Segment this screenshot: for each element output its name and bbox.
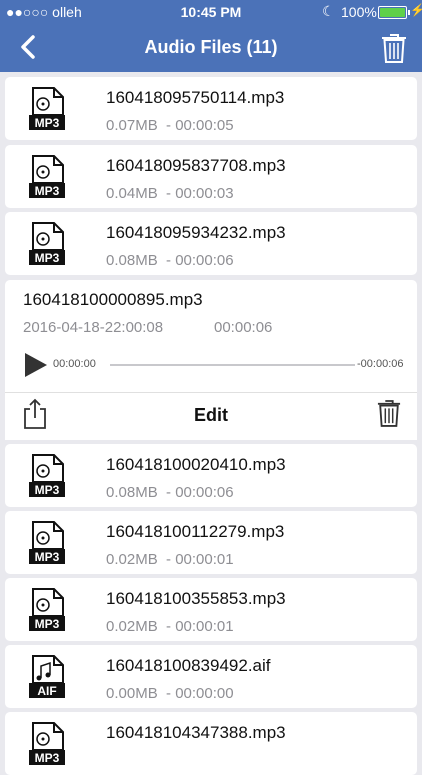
file-row[interactable]: MP3 160418104347388.mp3 — [5, 712, 417, 775]
remaining-time: -00:00:06 — [357, 358, 404, 370]
do-not-disturb-icon: ☾ — [322, 3, 335, 19]
svg-text:MP3: MP3 — [35, 483, 60, 497]
file-row[interactable]: MP3 160418100020410.mp3 0.08MB - 00:00:0… — [5, 444, 417, 507]
svg-text:MP3: MP3 — [35, 550, 60, 564]
file-meta: 0.02MB - 00:00:01 — [106, 618, 234, 635]
file-duration: 00:00:06 — [214, 319, 273, 336]
elapsed-time: 00:00:00 — [53, 358, 96, 370]
file-name: 160418100355853.mp3 — [106, 589, 286, 608]
trash-icon — [377, 400, 401, 427]
file-meta: 0.07MB - 00:00:05 — [106, 117, 234, 134]
mp3-file-icon: MP3 — [27, 222, 67, 266]
divider — [5, 392, 417, 393]
file-row[interactable]: AIF 160418100839492.aif 0.00MB - 00:00:0… — [5, 645, 417, 708]
progress-slider[interactable] — [110, 364, 355, 366]
file-name: 160418100000895.mp3 — [23, 290, 203, 309]
file-date: 2016-04-18-22:00:08 — [23, 319, 164, 336]
svg-text:MP3: MP3 — [35, 751, 60, 765]
svg-text:MP3: MP3 — [35, 116, 60, 130]
file-row[interactable]: MP3 160418095750114.mp3 0.07MB - 00:00:0… — [5, 77, 417, 140]
file-meta: 0.08MB - 00:00:06 — [106, 252, 234, 269]
battery-icon — [378, 6, 410, 19]
page-title: Audio Files (11) — [144, 37, 278, 57]
mp3-file-icon: MP3 — [27, 87, 67, 131]
file-name: 160418095837708.mp3 — [106, 156, 286, 175]
battery-percent: 100% — [341, 4, 377, 20]
mp3-file-icon: MP3 — [27, 155, 67, 199]
status-bar: ●●○○○ olleh 10:45 PM ☾ 100% ⚡ — [0, 0, 422, 24]
file-meta: 0.00MB - 00:00:00 — [106, 685, 234, 702]
file-meta: 0.08MB - 00:00:06 — [106, 484, 234, 501]
file-meta: 0.02MB - 00:00:01 — [106, 551, 234, 568]
file-row[interactable]: MP3 160418095934232.mp3 0.08MB - 00:00:0… — [5, 212, 417, 275]
delete-file-button[interactable] — [377, 398, 401, 428]
mp3-file-icon: MP3 — [27, 454, 67, 498]
file-name: 160418100112279.mp3 — [106, 522, 285, 541]
edit-button[interactable]: Edit — [5, 405, 417, 426]
file-name: 160418104347388.mp3 — [106, 723, 286, 742]
charging-icon: ⚡ — [410, 3, 422, 17]
navigation-bar: Audio Files (11) — [0, 24, 422, 72]
file-name: 160418095934232.mp3 — [106, 223, 286, 242]
trash-icon — [382, 34, 406, 63]
svg-text:AIF: AIF — [37, 684, 56, 698]
file-row[interactable]: MP3 160418100355853.mp3 0.02MB - 00:00:0… — [5, 578, 417, 641]
svg-text:MP3: MP3 — [35, 251, 60, 265]
file-row[interactable]: MP3 160418100112279.mp3 0.02MB - 00:00:0… — [5, 511, 417, 574]
mp3-file-icon: MP3 — [27, 521, 67, 565]
svg-text:MP3: MP3 — [35, 184, 60, 198]
play-icon — [25, 353, 47, 377]
file-name: 160418100020410.mp3 — [106, 455, 286, 474]
file-name: 160418100839492.aif — [106, 656, 271, 675]
expanded-file-player: 160418100000895.mp3 2016-04-18-22:00:08 … — [5, 280, 417, 440]
svg-text:MP3: MP3 — [35, 617, 60, 631]
aif-file-icon: AIF — [27, 655, 67, 699]
file-row[interactable]: MP3 160418095837708.mp3 0.04MB - 00:00:0… — [5, 145, 417, 208]
file-name: 160418095750114.mp3 — [106, 88, 285, 107]
file-meta: 0.04MB - 00:00:03 — [106, 185, 234, 202]
mp3-file-icon: MP3 — [27, 588, 67, 632]
play-button[interactable] — [23, 352, 49, 378]
delete-all-button[interactable] — [381, 32, 407, 64]
mp3-file-icon: MP3 — [27, 722, 67, 766]
